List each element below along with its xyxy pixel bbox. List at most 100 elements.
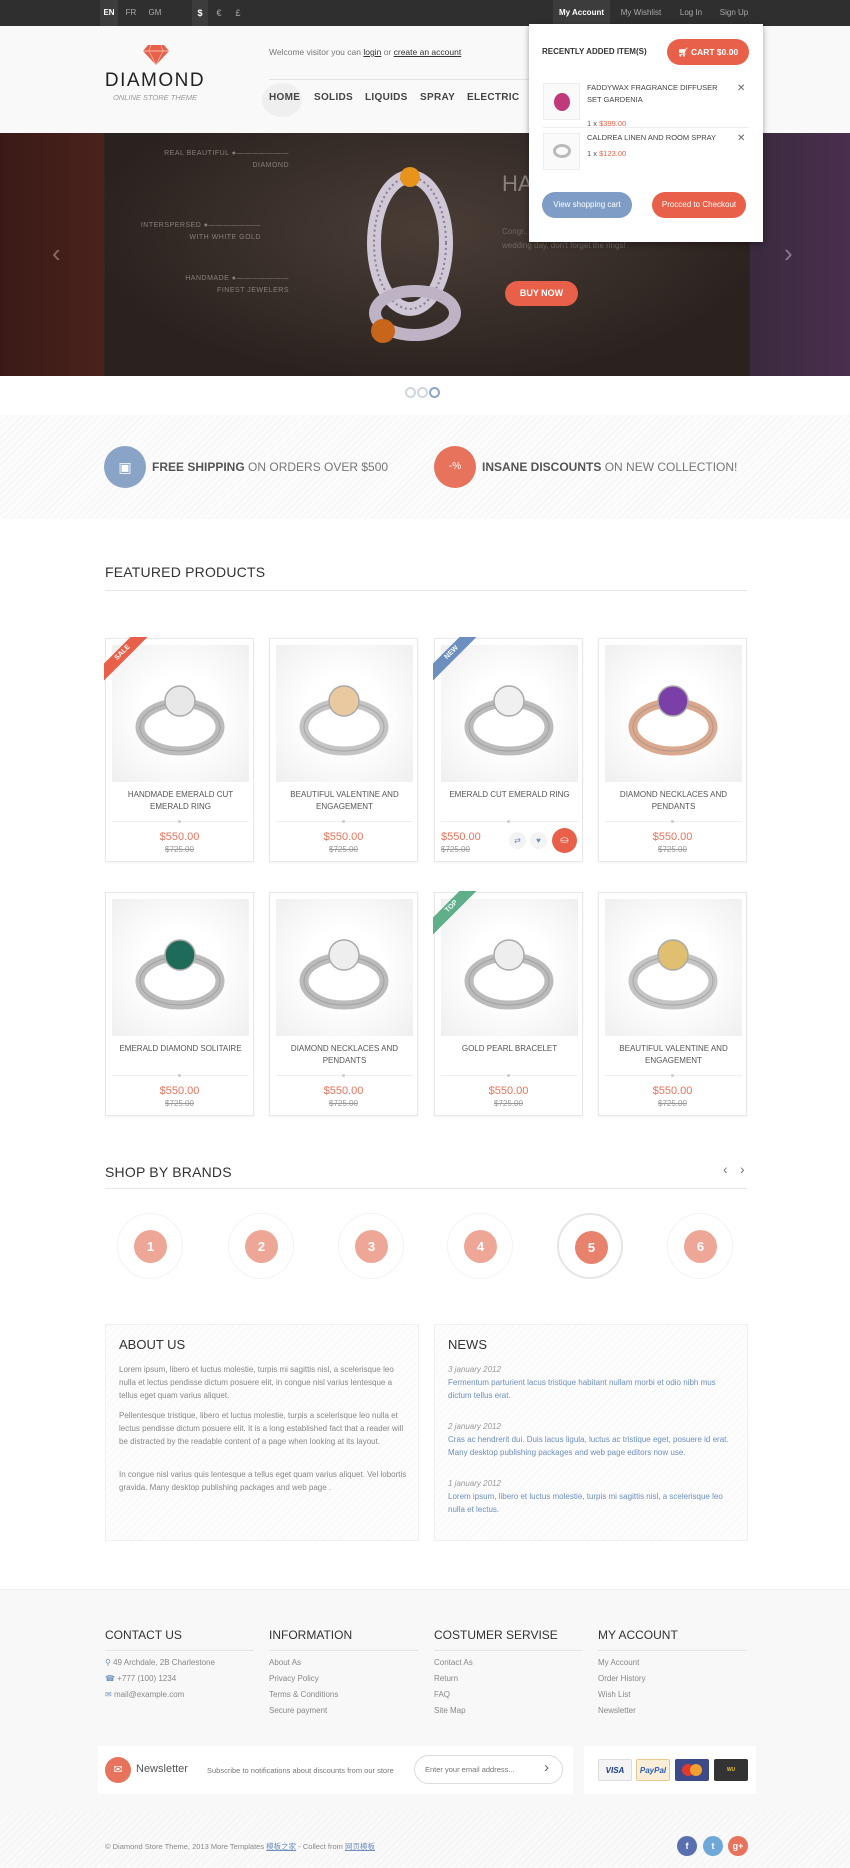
product-image[interactable]: [112, 899, 249, 1036]
email-link[interactable]: ✉ mail@example.com: [105, 1690, 254, 1699]
add-to-cart-basket-icon[interactable]: ⛀: [552, 828, 577, 853]
checkout-button[interactable]: Procced to Checkout: [652, 192, 746, 218]
product-image[interactable]: [605, 645, 742, 782]
footer-link[interactable]: About As: [269, 1658, 418, 1667]
product-card[interactable]: DIAMOND NECKLACES AND PENDANTS $550.00 $7…: [598, 638, 747, 862]
currency-usd[interactable]: $: [192, 0, 208, 26]
remove-item-icon[interactable]: ✕: [737, 133, 745, 144]
brand-item[interactable]: 3: [338, 1213, 404, 1279]
news-link[interactable]: Cras ac hendrerit dui. Duis lacus ligula…: [448, 1435, 729, 1457]
product-name[interactable]: DIAMOND NECKLACES AND PENDANTS: [605, 789, 742, 813]
product-card[interactable]: BEAUTIFUL VALENTINE AND ENGAGEMENT $550.0…: [269, 638, 418, 862]
facebook-icon[interactable]: f: [677, 1836, 697, 1856]
footer-link[interactable]: Site Map: [434, 1706, 583, 1715]
next-arrow-icon[interactable]: ›: [784, 238, 793, 269]
brand-item[interactable]: 4: [447, 1213, 513, 1279]
login-link-header[interactable]: login: [363, 47, 381, 57]
nav-liquids[interactable]: LIQUIDS: [365, 92, 408, 103]
wishlist-heart-icon[interactable]: ♥: [530, 832, 547, 849]
lang-fr[interactable]: FR: [122, 0, 140, 26]
product-name[interactable]: HANDMADE EMERALD CUT EMERALD RING: [112, 789, 249, 813]
footer-link[interactable]: My Account: [598, 1658, 747, 1667]
slide-dot-1[interactable]: [405, 387, 416, 398]
product-name[interactable]: BEAUTIFUL VALENTINE AND ENGAGEMENT: [276, 789, 413, 813]
product-card[interactable]: SALE HANDMADE EMERALD CUT EMERALD RING $55…: [104, 637, 254, 862]
prev-arrow-icon[interactable]: ‹: [52, 238, 61, 269]
product-card[interactable]: EMERALD DIAMOND SOLITAIRE $550.00 $725.00: [105, 892, 254, 1116]
news-link[interactable]: Fermentum parturient lacus tristique hab…: [448, 1378, 716, 1400]
product-divider: [112, 1074, 249, 1077]
templates-link[interactable]: 模板之家: [266, 1842, 296, 1851]
product-name[interactable]: GOLD PEARL BRACELET: [441, 1043, 578, 1055]
product-badge: SALE: [104, 637, 148, 681]
remove-item-icon[interactable]: ✕: [737, 83, 745, 94]
footer-link[interactable]: Return: [434, 1674, 583, 1683]
product-card[interactable]: TOP GOLD PEARL BRACELET $550.00 $725.00: [433, 891, 583, 1116]
footer-link[interactable]: Contact As: [434, 1658, 583, 1667]
footer-link[interactable]: Terms & Conditions: [269, 1690, 418, 1699]
product-image[interactable]: [276, 899, 413, 1036]
bottom-bar: © Diamond Store Theme, 2013 More Templat…: [0, 1812, 850, 1868]
product-card[interactable]: NEW EMERALD CUT EMERALD RING $550.00 $725.…: [433, 637, 583, 862]
footer-link[interactable]: FAQ: [434, 1690, 583, 1699]
product-image[interactable]: [605, 899, 742, 1036]
currency-eur[interactable]: €: [211, 0, 227, 26]
brand-logo: 2: [245, 1230, 278, 1263]
my-account-link[interactable]: My Account: [553, 0, 610, 26]
currency-gbp[interactable]: £: [230, 0, 246, 26]
footer-link[interactable]: Wish List: [598, 1690, 747, 1699]
twitter-icon[interactable]: t: [703, 1836, 723, 1856]
brand-item[interactable]: 5: [557, 1213, 623, 1279]
lang-gm[interactable]: GM: [145, 0, 165, 26]
nav-solids[interactable]: SOLIDS: [314, 92, 353, 103]
product-divider: [276, 1074, 413, 1077]
news-link[interactable]: Lorem ipsum, libero et luctus molestie, …: [448, 1492, 723, 1514]
product-card[interactable]: BEAUTIFUL VALENTINE AND ENGAGEMENT $550.0…: [598, 892, 747, 1116]
cart-item-name[interactable]: CALDREA LINEN AND ROOM SPRAY: [587, 132, 727, 144]
compare-icon[interactable]: ⇄: [509, 832, 526, 849]
address-text: ⚲ 49 Archdale, 2B Charlestone: [105, 1658, 215, 1667]
brand-item[interactable]: 1: [117, 1213, 183, 1279]
lang-en[interactable]: EN: [100, 0, 118, 26]
news-title: NEWS: [448, 1337, 487, 1352]
login-link[interactable]: Log In: [672, 0, 710, 26]
product-name[interactable]: EMERALD DIAMOND SOLITAIRE: [112, 1043, 249, 1055]
product-card[interactable]: DIAMOND NECKLACES AND PENDANTS $550.00 $7…: [269, 892, 418, 1116]
brands-next-icon[interactable]: ›: [740, 1161, 745, 1177]
newsletter-submit-icon[interactable]: ›: [544, 1759, 549, 1776]
slide-dot-3[interactable]: [429, 387, 440, 398]
collect-link[interactable]: 网页模板: [345, 1842, 375, 1851]
nav-home[interactable]: HOME: [269, 92, 300, 103]
brands-prev-icon[interactable]: ‹: [723, 1161, 728, 1177]
slider-pagination: [405, 385, 441, 403]
product-name[interactable]: BEAUTIFUL VALENTINE AND ENGAGEMENT: [605, 1043, 742, 1067]
signup-link[interactable]: Sign Up: [713, 0, 755, 26]
view-cart-button[interactable]: View shopping cart: [542, 192, 632, 218]
contact-column: CONTACT US ⚲ 49 Archdale, 2B Charlestone…: [105, 1628, 254, 1699]
footer-link[interactable]: Secure payment: [269, 1706, 418, 1715]
brand-item[interactable]: 6: [667, 1213, 733, 1279]
google-plus-icon[interactable]: g+: [728, 1836, 748, 1856]
cart-item-name[interactable]: FADDYWAX FRAGRANCE DIFFUSER SET GARDENIA: [587, 82, 727, 106]
newsletter-envelope-icon: ✉: [105, 1757, 131, 1783]
slide-dot-2[interactable]: [417, 387, 428, 398]
about-paragraph: In congue nisl varius quis lentesque a t…: [119, 1470, 407, 1492]
footer-link[interactable]: Order History: [598, 1674, 747, 1683]
footer-link[interactable]: Newsletter: [598, 1706, 747, 1715]
create-account-link[interactable]: create an account: [394, 47, 462, 57]
brand-item[interactable]: 2: [228, 1213, 294, 1279]
nav-electric[interactable]: ELECTRIC: [467, 92, 519, 103]
product-name[interactable]: DIAMOND NECKLACES AND PENDANTS: [276, 1043, 413, 1067]
product-name[interactable]: EMERALD CUT EMERALD RING: [441, 789, 578, 801]
my-wishlist-link[interactable]: My Wishlist: [613, 0, 669, 26]
product-divider: [441, 820, 578, 823]
newsletter-email-input[interactable]: [414, 1755, 563, 1784]
product-image[interactable]: [276, 645, 413, 782]
product-price: $550.00: [652, 1085, 693, 1097]
featured-title: FEATURED PRODUCTS: [105, 564, 266, 580]
logo-text[interactable]: DIAMOND: [103, 70, 207, 92]
buy-now-button[interactable]: BUY NOW: [505, 281, 578, 306]
footer-link[interactable]: Privacy Policy: [269, 1674, 418, 1683]
cart-total-button[interactable]: 🛒︎ CART $0.00: [667, 39, 749, 65]
nav-spray[interactable]: SPRAY: [420, 92, 455, 103]
